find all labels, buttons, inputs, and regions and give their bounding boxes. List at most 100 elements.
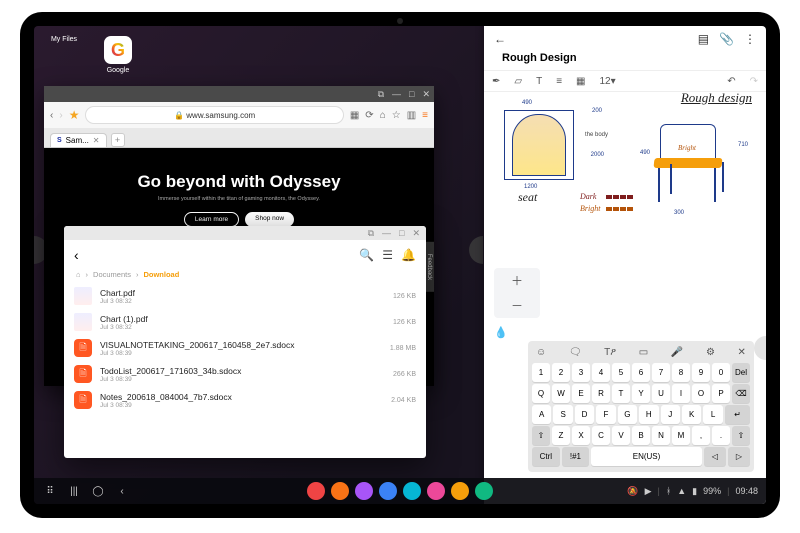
key-symbols[interactable]: !#1 [562,447,590,466]
ink-color-icon[interactable]: 💧 [494,326,508,339]
key-v[interactable]: V [612,426,630,445]
key-y[interactable]: Y [632,384,650,403]
handwrite-icon[interactable]: Tዖ [604,347,616,358]
key-q[interactable]: Q [532,384,550,403]
key-s[interactable]: S [553,405,572,424]
pen-tool-icon[interactable]: ✒︎ [492,76,500,87]
key-k[interactable]: K [682,405,701,424]
window-titlebar[interactable]: ⧉ — □ ✕ [44,86,434,102]
key-f[interactable]: F [596,405,615,424]
key-7[interactable]: 7 [652,363,670,382]
shop-now-button[interactable]: Shop now [245,212,294,227]
key-z[interactable]: Z [552,426,570,445]
key-p[interactable]: P [712,384,730,403]
key-del[interactable]: Del [732,363,750,382]
popout-icon[interactable]: ⧉ [378,89,384,100]
edge-panel-mid[interactable] [469,236,483,264]
key-5[interactable]: 5 [612,363,630,382]
key-ctrl[interactable]: Ctrl [532,447,560,466]
pinned-app-5[interactable] [427,482,445,500]
minimize-icon[interactable]: — [392,89,401,99]
view-list-icon[interactable]: ☰ [382,248,393,262]
minimize-icon[interactable]: — [382,228,391,238]
pinned-app-4[interactable] [403,482,421,500]
undo-icon[interactable]: ↶ [727,76,735,87]
forward-icon[interactable]: › [59,110,62,121]
key-l[interactable]: L [703,405,722,424]
tab-close-icon[interactable]: ✕ [93,136,100,145]
zoom-in-icon[interactable]: ＋ [511,272,523,289]
attach-icon[interactable]: 📎 [719,32,734,46]
back-icon[interactable]: ← [494,32,506,46]
back-icon[interactable]: ‹ [50,110,53,121]
keyboard-close-icon[interactable]: ✕ [738,347,746,358]
key-u[interactable]: U [652,384,670,403]
settings-icon[interactable]: ⚙ [706,347,715,358]
home-icon[interactable]: ⌂ [380,110,386,121]
key-9[interactable]: 9 [692,363,710,382]
key-6[interactable]: 6 [632,363,650,382]
bookmark-star-icon[interactable]: ★ [69,108,80,122]
note-canvas[interactable]: Rough design 490 200 2000 1200 the body [484,92,766,242]
key-period[interactable]: . [712,426,730,445]
desktop-icon-myfiles[interactable]: ▣ My Files [44,36,84,74]
key-shift-right[interactable]: ⇧ [732,426,750,445]
more-icon[interactable]: ⋮ [744,32,756,46]
crumb-home[interactable]: ⌂ [76,270,81,279]
key-t[interactable]: T [612,384,630,403]
note-title[interactable]: Rough Design [484,52,766,70]
align-tool-icon[interactable]: ≡ [556,76,562,87]
key-r[interactable]: R [592,384,610,403]
recents-icon[interactable]: ||| [66,483,82,499]
pinned-app-3[interactable] [379,482,397,500]
zoom-out-icon[interactable]: － [511,297,523,314]
voice-icon[interactable]: 🎤 [671,347,683,358]
files-window[interactable]: ⧉ — □ ✕ ‹ 🔍 ☰ 🔔 ⌂› Documents› Download C… [64,226,426,458]
key-x[interactable]: X [572,426,590,445]
key-comma[interactable]: , [692,426,710,445]
file-row[interactable]: 🗎VISUALNOTETAKING_200617_160458_2e7.sdoc… [74,335,416,361]
pinned-app-1[interactable] [331,482,349,500]
crumb-documents[interactable]: Documents [93,270,131,279]
key-m[interactable]: M [672,426,690,445]
home-nav-icon[interactable]: ◯ [90,483,106,499]
key-backspace[interactable]: ⌫ [732,384,750,403]
close-icon[interactable]: ✕ [412,228,420,239]
pinned-app-6[interactable] [451,482,469,500]
key-0[interactable]: 0 [712,363,730,382]
table-tool-icon[interactable]: ▦ [576,76,585,87]
key-b[interactable]: B [632,426,650,445]
close-icon[interactable]: ✕ [422,89,430,100]
new-tab-button[interactable]: + [111,133,125,147]
window-titlebar[interactable]: ⧉ — □ ✕ [64,226,426,240]
key-left[interactable]: ◁ [704,447,726,466]
key-3[interactable]: 3 [572,363,590,382]
maximize-icon[interactable]: □ [409,89,414,99]
key-n[interactable]: N [652,426,670,445]
text-tool-icon[interactable]: T [536,76,542,87]
sticker-icon[interactable]: 🗨 [569,347,582,358]
key-enter[interactable]: ↵ [725,405,750,424]
key-i[interactable]: I [672,384,690,403]
browser-tab[interactable]: S Sam... ✕ [50,133,107,147]
key-shift-left[interactable]: ⇧ [532,426,550,445]
pinned-app-0[interactable] [307,482,325,500]
key-e[interactable]: E [572,384,590,403]
qr-icon[interactable]: ▦ [350,110,359,121]
key-w[interactable]: W [552,384,570,403]
reload-icon[interactable]: ⟳ [365,110,373,121]
file-row[interactable]: Chart.pdfJul 3 08:32126 KB [74,283,416,309]
file-row[interactable]: Chart (1).pdfJul 3 08:32126 KB [74,309,416,335]
menu-icon[interactable]: ≡ [422,110,428,121]
key-g[interactable]: G [618,405,637,424]
bookmarks-icon[interactable]: ☆ [392,110,401,121]
key-j[interactable]: J [661,405,680,424]
search-icon[interactable]: 🔍 [359,248,374,262]
key-space[interactable]: EN(US) [591,447,702,466]
tabs-icon[interactable]: ▥ [407,110,416,121]
pinned-app-7[interactable] [475,482,493,500]
key-1[interactable]: 1 [532,363,550,382]
key-2[interactable]: 2 [552,363,570,382]
url-input[interactable]: 🔒 www.samsung.com [85,106,343,124]
clipboard-icon[interactable]: ▭ [639,347,648,358]
